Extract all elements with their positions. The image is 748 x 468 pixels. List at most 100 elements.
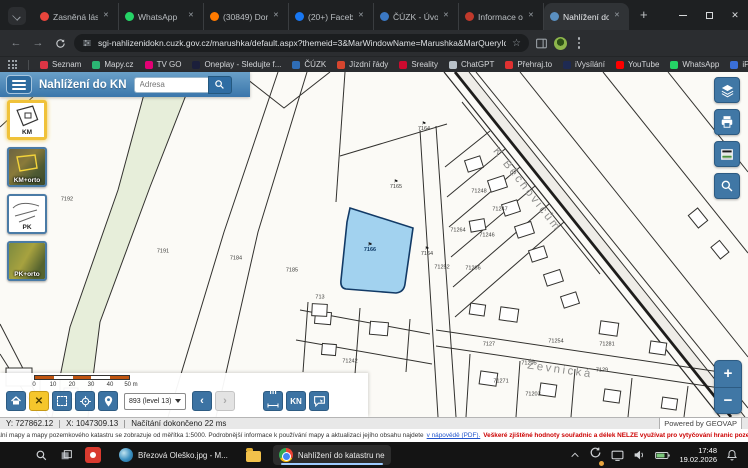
tab-close-icon[interactable] [613, 12, 623, 22]
browser-tab[interactable]: (20+) Facebo [289, 3, 374, 30]
bookmark-item[interactable]: Oneplay - Sledujte f... [192, 60, 281, 69]
browser-tab[interactable]: Informace o p [459, 3, 544, 30]
bookmark-label: iPrima [742, 60, 748, 69]
address-search-button[interactable] [208, 76, 232, 94]
zoom-in-button[interactable] [715, 361, 741, 388]
task-chrome[interactable]: Nahlížení do katastru ne [273, 445, 391, 465]
layer-label: PK [9, 224, 45, 231]
browser-tab[interactable]: Nahlížení do k [544, 3, 629, 30]
tab-close-icon[interactable] [272, 12, 282, 22]
taskbar-search-icon[interactable] [35, 449, 48, 462]
new-tab-button[interactable] [635, 6, 655, 26]
start-button[interactable] [10, 449, 23, 462]
bookmark-item[interactable]: Jízdní řády [337, 60, 388, 69]
volume-icon[interactable] [633, 449, 646, 461]
locate-button[interactable] [75, 391, 95, 411]
layers-icon [720, 83, 735, 98]
level-select-dropdown[interactable]: 893 (level 13) [124, 393, 186, 410]
history-forward-button[interactable]: › [215, 391, 235, 411]
tab-favicon [40, 12, 49, 21]
browser-tab[interactable]: (30849) Doruč [204, 3, 289, 30]
tab-close-icon[interactable] [357, 12, 367, 22]
side-panel-icon[interactable] [535, 37, 548, 50]
system-tray: 17:48 19.02.2026 [570, 446, 738, 464]
taskbar-clock[interactable]: 17:48 19.02.2026 [679, 446, 717, 464]
home-button[interactable] [6, 391, 26, 411]
browser-tab[interactable]: ČÚZK - Úvod [374, 3, 459, 30]
rectangle-select-button[interactable] [52, 391, 72, 411]
tray-chevron-icon[interactable] [570, 451, 580, 459]
address-search-input[interactable] [134, 77, 208, 93]
close-selection-button[interactable] [29, 391, 49, 411]
bookmark-item[interactable]: YouTube [616, 60, 659, 69]
kn-info-button[interactable]: KN [286, 391, 306, 411]
layer-switcher: KM KM+orto PK PK+orto [7, 100, 47, 281]
forward-icon[interactable]: → [30, 35, 46, 51]
bookmark-item[interactable]: Přehraj.to [505, 60, 552, 69]
file-explorer-icon[interactable] [246, 451, 261, 462]
sync-icon[interactable] [589, 446, 602, 464]
bookmark-item[interactable]: Sreality [399, 60, 438, 69]
bookmark-item[interactable]: Mapy.cz [92, 60, 133, 69]
bookmark-star-icon[interactable]: ☆ [512, 38, 521, 49]
legend-button[interactable] [714, 141, 740, 167]
help-pdf-link[interactable]: v nápovědě (PDF). [427, 432, 481, 439]
layer-button-pk-orto[interactable]: PK+orto [7, 241, 47, 281]
tab-search-button[interactable] [8, 7, 26, 25]
speech-bubble-icon [313, 395, 326, 407]
tab-close-icon[interactable] [187, 12, 197, 22]
tab-close-icon[interactable] [527, 12, 537, 22]
bookmark-item[interactable]: ChatGPT [449, 60, 494, 69]
apps-grid-icon[interactable] [8, 60, 17, 69]
zoom-out-button[interactable] [715, 388, 741, 414]
layer-button-pk[interactable]: PK [7, 194, 47, 234]
tab-close-icon[interactable] [102, 12, 112, 22]
close-button[interactable] [722, 0, 748, 30]
browser-tab[interactable]: Zasněná láska [34, 3, 119, 30]
bookmark-item[interactable]: iPrima [730, 60, 748, 69]
tooltip-button[interactable] [309, 391, 329, 411]
bookmark-label: Oneplay - Sledujte f... [204, 60, 281, 69]
bookmark-item[interactable]: ČÚZK [292, 60, 326, 69]
search-icon [214, 79, 225, 90]
scale-tick: 10 [50, 382, 57, 388]
task-view-icon[interactable] [60, 449, 73, 462]
task-image-viewer[interactable]: Březová Oleško.jpg - M... [113, 445, 234, 465]
battery-icon[interactable] [655, 451, 670, 460]
maximize-button[interactable] [696, 0, 722, 30]
bookmark-item[interactable]: TV GO [145, 60, 182, 69]
bookmark-label: Seznam [52, 60, 81, 69]
bookmark-favicon [92, 61, 100, 69]
chrome-icon [279, 448, 293, 462]
minimize-button[interactable] [670, 0, 696, 30]
bookmark-item[interactable]: Seznam [40, 60, 81, 69]
layer-button-km-orto[interactable]: KM+orto [7, 147, 47, 187]
profile-avatar[interactable] [554, 37, 567, 50]
level-select-value: 893 (level 13) [129, 398, 172, 405]
layer-button-km[interactable]: KM [7, 100, 47, 140]
bookmark-item[interactable]: iVysílání [563, 60, 605, 69]
tab-close-icon[interactable] [442, 12, 452, 22]
bookmark-item[interactable]: WhatsApp [670, 60, 719, 69]
reload-icon[interactable] [52, 35, 68, 51]
back-icon[interactable]: ← [8, 35, 24, 51]
print-button[interactable] [714, 109, 740, 135]
bookmark-favicon [292, 61, 300, 69]
hamburger-menu-icon[interactable] [6, 75, 32, 94]
layers-button[interactable] [714, 77, 740, 103]
browser-tab[interactable]: WhatsApp [119, 3, 204, 30]
browser-menu-icon[interactable] [573, 37, 585, 49]
measure-button[interactable]: m [263, 391, 283, 411]
zoom-search-button[interactable] [714, 173, 740, 199]
map-app: 7192 7191 7184 7185 713 7164 7165 7166 7… [0, 72, 748, 417]
map-canvas[interactable] [0, 72, 748, 417]
cast-icon[interactable] [611, 450, 624, 461]
pin-button[interactable] [98, 391, 118, 411]
history-back-button[interactable]: ‹ [192, 391, 212, 411]
media-app-icon[interactable] [85, 447, 101, 463]
url-address-bar[interactable]: sgi-nahlizenidokn.cuzk.gov.cz/marushka/d… [74, 34, 529, 52]
measure-label: m [267, 389, 279, 395]
scale-tick: 40 [107, 382, 114, 388]
bookmark-favicon [730, 61, 738, 69]
notification-bell-icon[interactable] [726, 449, 738, 461]
